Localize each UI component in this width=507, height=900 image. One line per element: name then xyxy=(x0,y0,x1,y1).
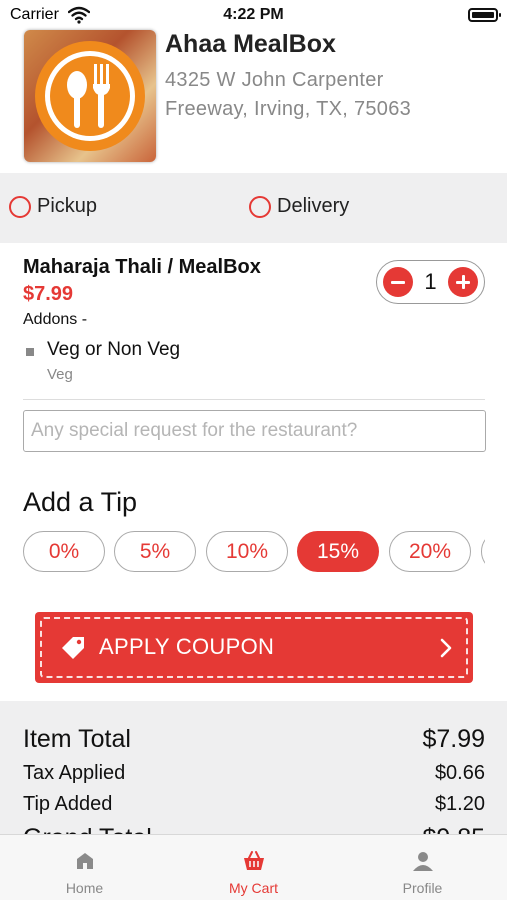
item-total-label: Item Total xyxy=(23,725,131,753)
battery-icon xyxy=(468,8,501,22)
tip-row: Tip Added $1.20 xyxy=(23,793,485,816)
order-mode-selector: Pickup Delivery xyxy=(0,173,507,243)
profile-icon xyxy=(413,852,433,871)
delivery-label: Delivery xyxy=(277,195,350,217)
restaurant-logo xyxy=(24,30,156,162)
tag-icon xyxy=(62,637,84,659)
quantity-value: 1 xyxy=(424,269,437,294)
pickup-label: Pickup xyxy=(37,195,98,217)
apply-coupon-label: APPLY COUPON xyxy=(99,634,275,659)
tax-row: Tax Applied $0.66 xyxy=(23,762,485,785)
tab-home-label: Home xyxy=(65,880,104,896)
item-total-row: Item Total $7.99 xyxy=(23,725,485,754)
restaurant-address: 4325 W John Carpenter Freeway, Irving, T… xyxy=(165,69,412,120)
item-price: $7.99 xyxy=(23,283,74,305)
apply-coupon-button[interactable]: APPLY COUPON xyxy=(35,612,473,683)
addon-bullet-icon xyxy=(26,348,34,356)
tab-my-cart[interactable]: My Cart xyxy=(169,835,338,900)
tip-option-0[interactable]: 0% xyxy=(23,531,105,572)
tip-option-5[interactable]: 5% xyxy=(114,531,196,572)
divider xyxy=(23,399,485,400)
delivery-radio[interactable] xyxy=(249,195,271,218)
restaurant-name: Ahaa MealBox xyxy=(165,30,336,58)
addon-name: Veg or Non Veg xyxy=(47,339,181,360)
restaurant-logo-icon xyxy=(35,41,145,151)
tip-option-20[interactable]: 20% xyxy=(389,531,471,572)
tab-bar: Home My Cart Profile xyxy=(0,834,507,900)
tax-label: Tax Applied xyxy=(23,762,126,784)
quantity-stepper: 1 xyxy=(376,260,485,304)
special-request-input[interactable] xyxy=(23,410,486,452)
addon-value: Veg xyxy=(47,366,73,383)
tip-label: Tip Added xyxy=(23,793,113,815)
restaurant-header: Ahaa MealBox 4325 W John Carpenter Freew… xyxy=(0,30,507,172)
pickup-radio[interactable] xyxy=(9,195,31,218)
delivery-option[interactable]: Delivery xyxy=(249,195,349,218)
addons-label: Addons - xyxy=(23,311,88,328)
increase-quantity-button[interactable] xyxy=(448,267,478,297)
clock: 4:22 PM xyxy=(223,6,284,23)
tab-home[interactable]: Home xyxy=(0,835,169,900)
pickup-option[interactable]: Pickup xyxy=(9,195,97,218)
item-name: Maharaja Thali / MealBox xyxy=(23,256,261,278)
home-icon xyxy=(77,853,93,869)
tab-profile[interactable]: Profile xyxy=(338,835,507,900)
tip-value: $1.20 xyxy=(434,793,485,815)
chevron-right-icon xyxy=(440,638,452,658)
decrease-quantity-button[interactable] xyxy=(383,267,413,297)
tip-title: Add a Tip xyxy=(23,487,138,517)
item-total-value: $7.99 xyxy=(422,725,485,753)
tab-my-cart-label: My Cart xyxy=(229,880,278,896)
tip-option-15[interactable]: 15% xyxy=(297,531,379,572)
status-bar: Carrier 4:22 PM xyxy=(0,0,507,30)
tax-value: $0.66 xyxy=(434,762,485,784)
cart-icon xyxy=(244,851,264,870)
minus-icon xyxy=(391,280,405,284)
tip-options: 0% 5% 10% 15% 20% xyxy=(23,531,485,573)
tip-option-custom[interactable] xyxy=(481,531,485,572)
tip-option-10[interactable]: 10% xyxy=(206,531,288,572)
tab-profile-label: Profile xyxy=(402,880,443,896)
